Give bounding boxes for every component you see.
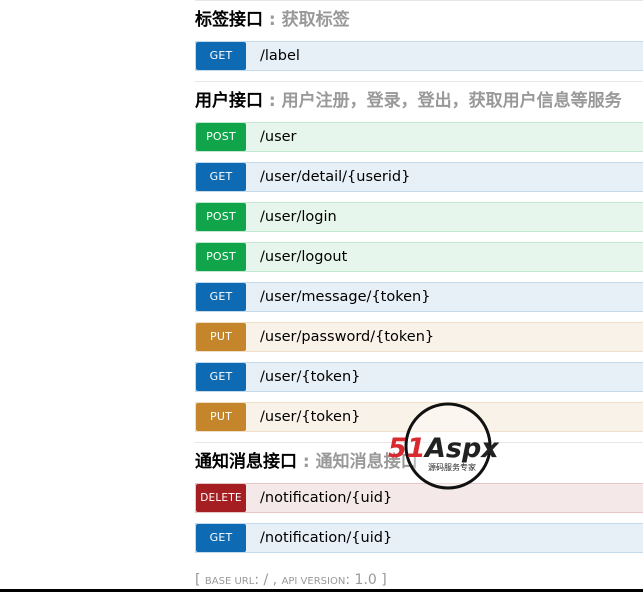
method-badge[interactable]: PUT [196,323,246,351]
endpoint-path[interactable]: /user [260,123,297,151]
endpoint-path[interactable]: /user/{token} [260,403,360,431]
section-title[interactable]: 通知消息接口 [195,452,297,472]
method-badge[interactable]: GET [196,283,246,311]
section-heading-user[interactable]: 用户接口 : 用户注册，登录，登出，获取用户信息等服务 [195,89,643,113]
api-version-value: 1.0 [354,572,377,588]
footer-open-bracket: [ [195,572,205,588]
method-badge[interactable]: POST [196,123,246,151]
section-description: 用户注册，登录，登出，获取用户信息等服务 [281,91,622,111]
endpoint-get-user-message[interactable]: GET /user/message/{token} [195,282,643,312]
api-info-footer: [ base url: / , api version: 1.0 ] [195,571,387,589]
swagger-api-listing: 标签接口 : 获取标签 GET /label 用户接口 : 用户注册，登录，登出… [0,0,643,592]
watermark-brand-tail: Aspx [423,433,500,464]
endpoint-post-user[interactable]: POST /user [195,122,643,152]
api-version-label: api version [281,576,346,587]
base-url-label: base url [204,576,255,587]
watermark-brand: 51 [388,433,426,464]
section-divider [195,0,643,1]
section-divider [195,81,643,82]
endpoint-path[interactable]: /label [260,42,300,70]
method-badge[interactable]: POST [196,243,246,271]
method-badge[interactable]: GET [196,524,246,552]
section-title[interactable]: 用户接口 [195,91,263,111]
endpoint-path[interactable]: /user/logout [260,243,347,271]
endpoint-post-user-login[interactable]: POST /user/login [195,202,643,232]
section-description: 获取标签 [281,10,350,30]
method-badge[interactable]: DELETE [196,484,246,512]
endpoint-put-user-password[interactable]: PUT /user/password/{token} [195,322,643,352]
endpoint-path[interactable]: /user/login [260,203,337,231]
endpoint-path[interactable]: /user/{token} [260,363,360,391]
endpoint-post-user-logout[interactable]: POST /user/logout [195,242,643,272]
endpoint-get-label[interactable]: GET /label [195,41,643,71]
section-separator: : [263,10,282,30]
endpoint-get-notification[interactable]: GET /notification/{uid} [195,523,643,553]
footer-comma: , [268,572,282,588]
method-badge[interactable]: GET [196,363,246,391]
section-separator: : [297,452,316,472]
method-badge[interactable]: POST [196,203,246,231]
endpoint-path[interactable]: /notification/{uid} [260,484,392,512]
endpoint-path[interactable]: /user/detail/{userid} [260,163,410,191]
method-badge[interactable]: GET [196,163,246,191]
section-title[interactable]: 标签接口 [195,10,263,30]
51aspx-watermark-logo: 51 Aspx 源码服务专家 [388,402,500,490]
endpoint-get-user-token[interactable]: GET /user/{token} [195,362,643,392]
api-version-sep: : [345,572,355,588]
section-heading-label[interactable]: 标签接口 : 获取标签 [195,8,643,32]
endpoint-path[interactable]: /user/message/{token} [260,283,430,311]
method-badge[interactable]: PUT [196,403,246,431]
endpoint-get-user-detail[interactable]: GET /user/detail/{userid} [195,162,643,192]
footer-close-bracket: ] [376,572,387,588]
watermark-tagline: 源码服务专家 [428,462,476,472]
section-separator: : [263,91,282,111]
endpoint-path[interactable]: /notification/{uid} [260,524,392,552]
endpoint-path[interactable]: /user/password/{token} [260,323,434,351]
method-badge[interactable]: GET [196,42,246,70]
